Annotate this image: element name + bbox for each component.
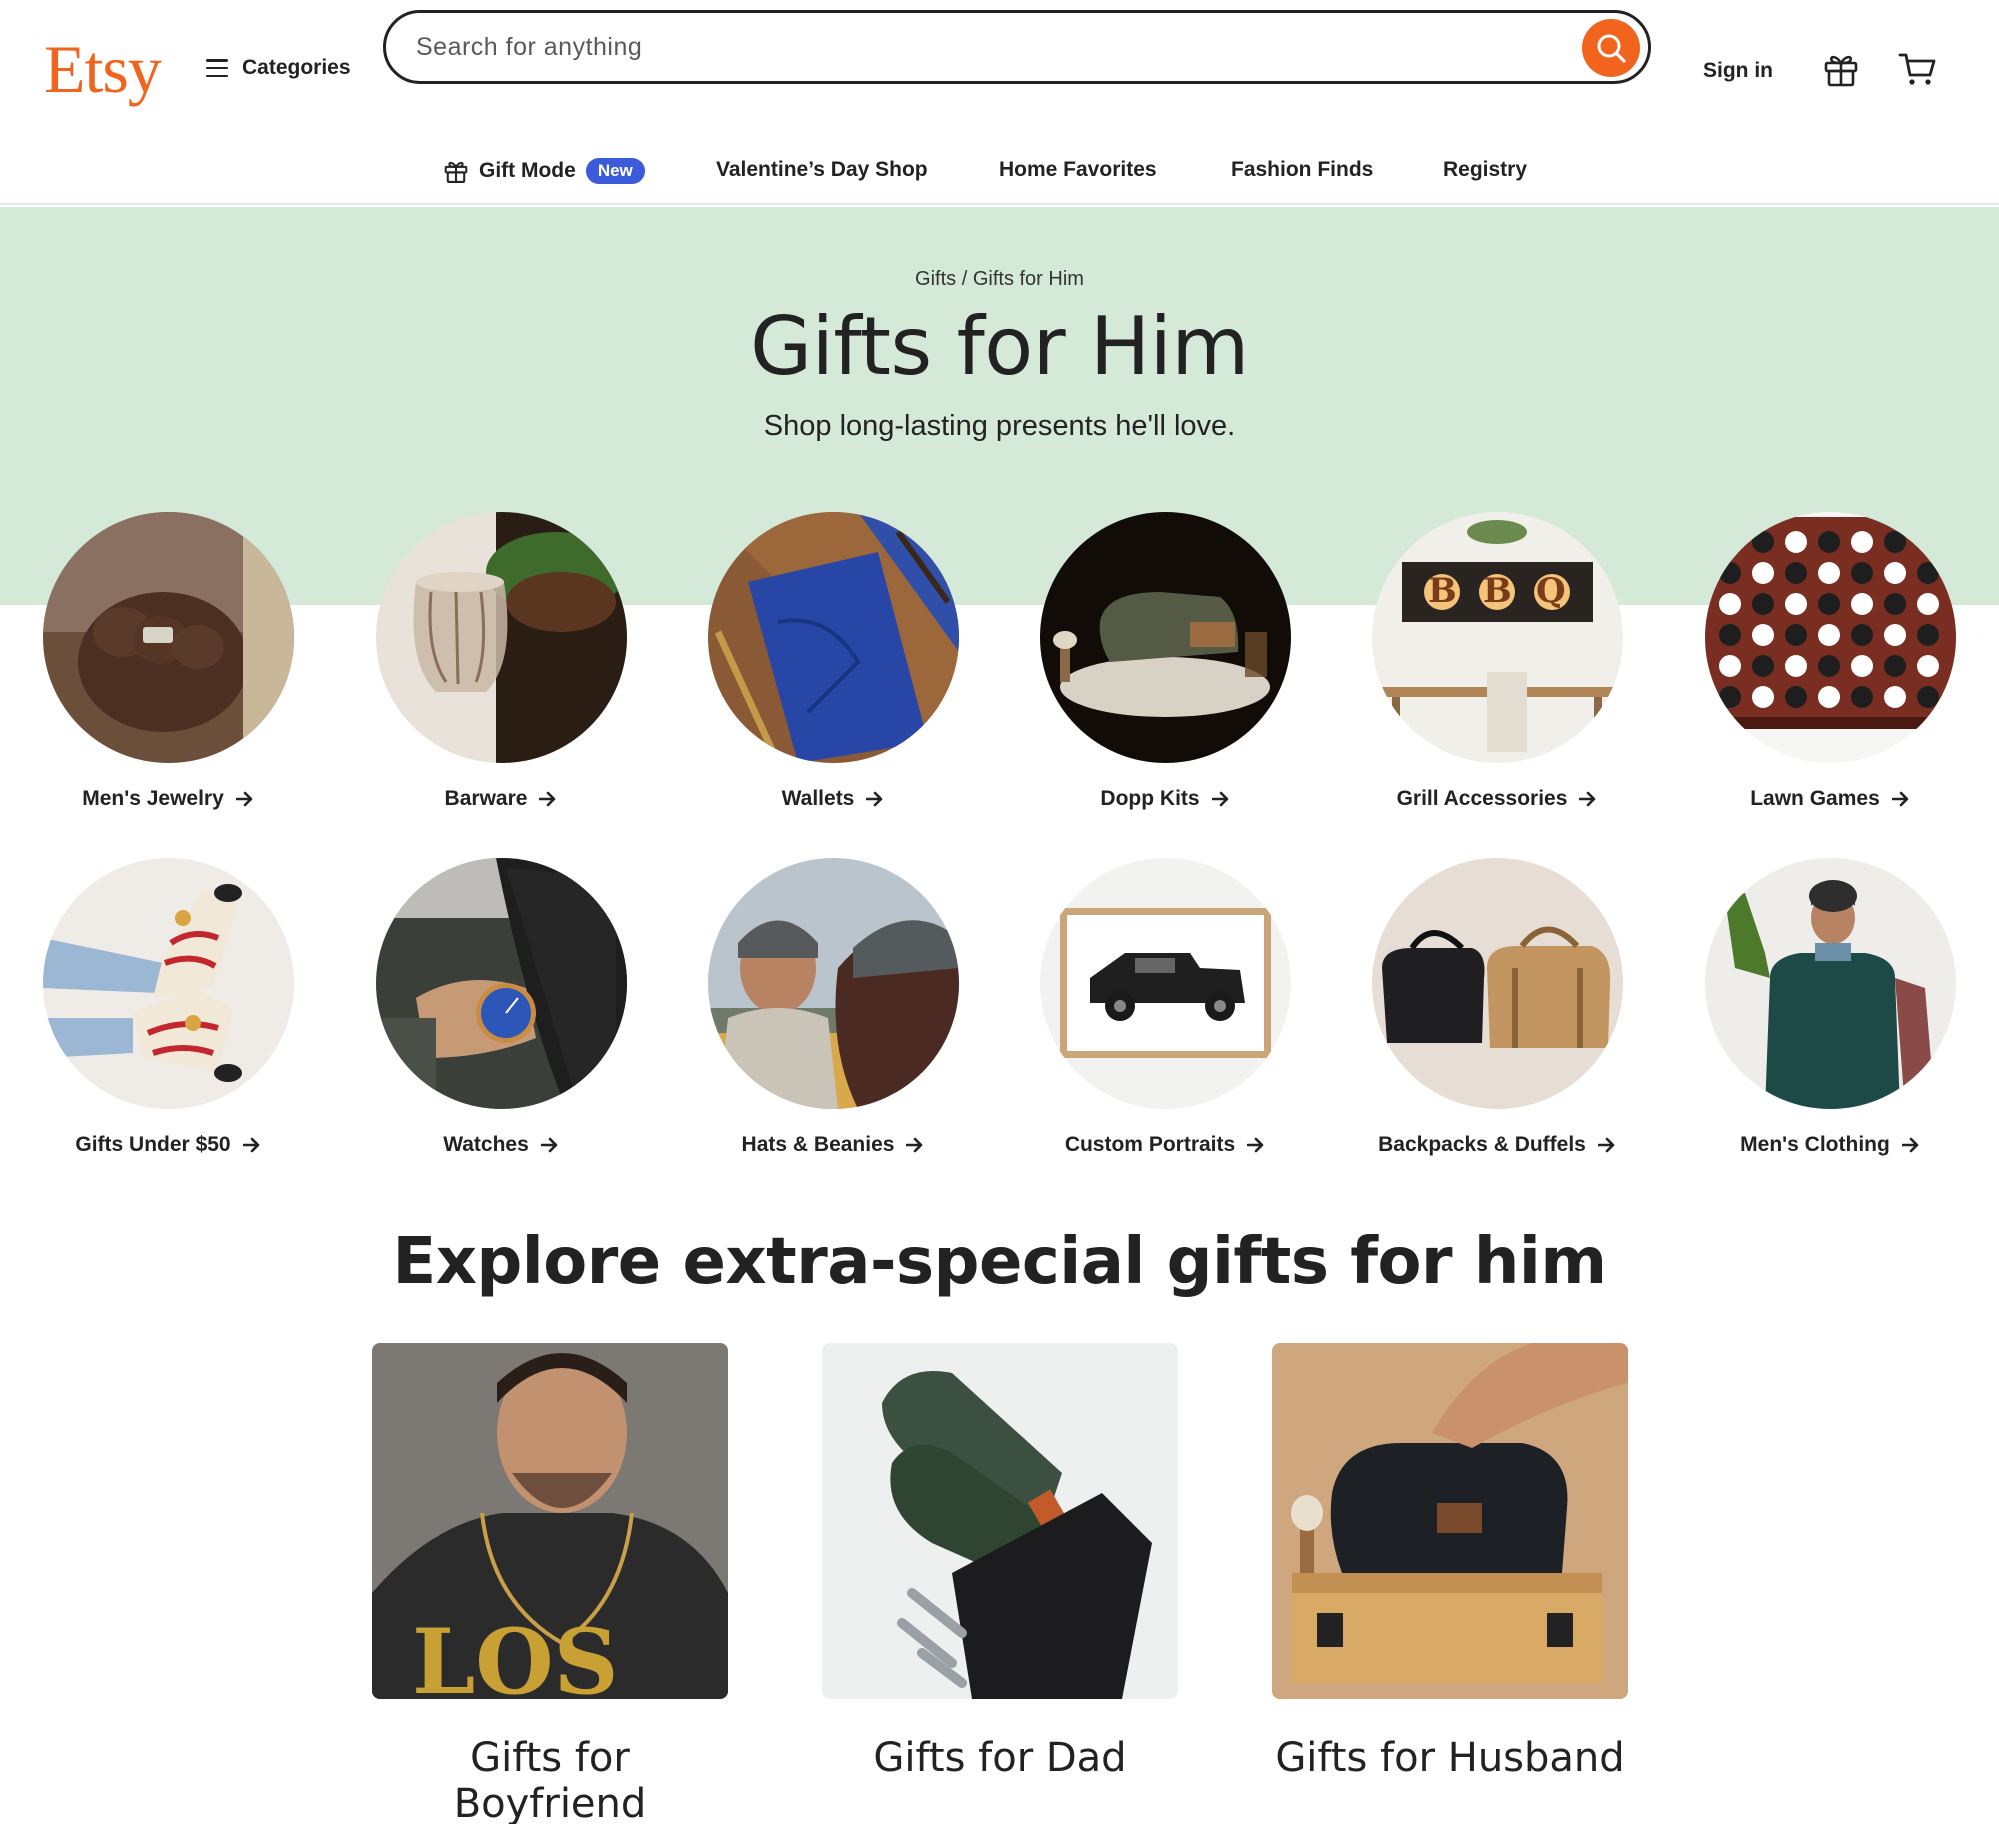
arrow-right-icon bbox=[1211, 791, 1228, 807]
arrow-right-icon bbox=[235, 791, 253, 807]
gift-icon bbox=[444, 161, 468, 183]
subnav-gift-mode[interactable]: Gift Mode New bbox=[443, 158, 645, 184]
categories-button[interactable]: Categories bbox=[206, 56, 351, 80]
gift-mode-label: Gift Mode bbox=[479, 159, 576, 182]
category-image bbox=[43, 858, 294, 1109]
card-label: Gifts for Husband bbox=[1275, 1735, 1625, 1781]
category-label: Barware bbox=[444, 787, 528, 810]
search-bar bbox=[383, 10, 1651, 84]
category-label: Watches bbox=[443, 1133, 529, 1156]
category-mens-clothing[interactable]: Men's Clothing bbox=[1690, 858, 1970, 1178]
category-label: Lawn Games bbox=[1750, 787, 1880, 810]
category-image bbox=[43, 512, 294, 763]
category-label: Men's Jewelry bbox=[82, 787, 224, 810]
svg-text:B: B bbox=[1483, 571, 1512, 611]
arrow-right-icon bbox=[539, 791, 556, 807]
category-label: Gifts Under $50 bbox=[75, 1133, 231, 1156]
page-title: Gifts for Him bbox=[750, 300, 1249, 393]
category-grill-accessories[interactable]: B B Q Grill Accessories bbox=[1357, 512, 1637, 832]
category-hats-beanies[interactable]: Hats & Beanies bbox=[693, 858, 973, 1178]
card-gifts-for-husband[interactable]: Gifts for Husband bbox=[1272, 1343, 1628, 1781]
category-image bbox=[1372, 858, 1623, 1109]
breadcrumb[interactable]: Gifts / Gifts for Him bbox=[0, 268, 1999, 291]
hamburger-icon bbox=[206, 59, 228, 77]
arrow-right-icon bbox=[242, 1137, 259, 1153]
category-label: Dopp Kits bbox=[1100, 787, 1200, 810]
subnav-home-favorites[interactable]: Home Favorites bbox=[999, 158, 1157, 182]
card-image bbox=[1272, 1343, 1628, 1699]
category-wallets[interactable]: Wallets bbox=[693, 512, 973, 832]
card-label: Gifts for Dad bbox=[873, 1735, 1127, 1781]
subnav-fashion-finds[interactable]: Fashion Finds bbox=[1231, 158, 1373, 182]
arrow-right-icon bbox=[1247, 1137, 1264, 1153]
svg-text:B: B bbox=[1428, 571, 1457, 611]
category-label: Hats & Beanies bbox=[741, 1133, 895, 1156]
category-label: Custom Portraits bbox=[1064, 1133, 1236, 1156]
arrow-right-icon bbox=[1901, 1137, 1919, 1153]
card-gifts-for-boyfriend[interactable]: LOS Gifts for Boyfriend bbox=[372, 1343, 728, 1824]
explore-section-title: Explore extra-special gifts for him bbox=[392, 1225, 1607, 1299]
svg-text:LOS: LOS bbox=[412, 1609, 619, 1699]
category-label: Backpacks & Duffels bbox=[1378, 1133, 1586, 1156]
category-watches[interactable]: Watches bbox=[361, 858, 641, 1178]
arrow-right-icon bbox=[1597, 1137, 1615, 1153]
category-lawn-games[interactable]: Lawn Games bbox=[1690, 512, 1970, 832]
arrow-right-icon bbox=[1579, 791, 1596, 807]
category-image bbox=[1705, 858, 1956, 1109]
new-badge: New bbox=[585, 158, 645, 184]
subnav-registry[interactable]: Registry bbox=[1443, 158, 1527, 182]
category-mens-jewelry[interactable]: Men's Jewelry bbox=[28, 512, 308, 832]
sign-in-link[interactable]: Sign in bbox=[1703, 59, 1773, 83]
cart-icon[interactable] bbox=[1898, 50, 1938, 88]
card-gifts-for-dad[interactable]: Gifts for Dad bbox=[822, 1343, 1178, 1781]
arrow-right-icon bbox=[866, 791, 883, 807]
etsy-logo[interactable]: Etsy bbox=[44, 30, 162, 109]
search-input[interactable] bbox=[416, 27, 1536, 67]
category-label: Men's Clothing bbox=[1740, 1133, 1890, 1156]
category-label: Grill Accessories bbox=[1396, 787, 1568, 810]
category-image: B B Q bbox=[1372, 512, 1623, 763]
arrow-right-icon bbox=[540, 1137, 558, 1153]
site-header: Etsy Categories Sign in bbox=[0, 0, 1999, 205]
category-image bbox=[708, 858, 959, 1109]
category-label: Wallets bbox=[781, 787, 855, 810]
search-button[interactable] bbox=[1582, 19, 1640, 77]
categories-label: Categories bbox=[242, 56, 351, 79]
category-gifts-under-50[interactable]: Gifts Under $50 bbox=[28, 858, 308, 1178]
card-label: Gifts for Boyfriend bbox=[453, 1735, 647, 1824]
category-image bbox=[1705, 512, 1956, 763]
category-backpacks-duffels[interactable]: Backpacks & Duffels bbox=[1357, 858, 1637, 1178]
sub-navigation: Gift Mode New Valentine’s Day Shop Home … bbox=[0, 150, 1999, 190]
subnav-valentines-day-shop[interactable]: Valentine’s Day Shop bbox=[716, 158, 928, 182]
category-image bbox=[708, 512, 959, 763]
page-subtitle: Shop long-lasting presents he'll love. bbox=[763, 410, 1236, 442]
card-image bbox=[822, 1343, 1178, 1699]
search-icon bbox=[1597, 34, 1626, 63]
svg-text:Q: Q bbox=[1536, 571, 1566, 611]
category-custom-portraits[interactable]: Custom Portraits bbox=[1025, 858, 1305, 1178]
category-dopp-kits[interactable]: Dopp Kits bbox=[1025, 512, 1305, 832]
category-image bbox=[1040, 858, 1291, 1109]
category-image bbox=[376, 858, 627, 1109]
category-image bbox=[1040, 512, 1291, 763]
arrow-right-icon bbox=[1891, 791, 1909, 807]
gift-icon[interactable] bbox=[1822, 50, 1860, 88]
category-barware[interactable]: Barware bbox=[361, 512, 641, 832]
arrow-right-icon bbox=[906, 1137, 923, 1153]
category-image bbox=[376, 512, 627, 763]
card-image: LOS bbox=[372, 1343, 728, 1699]
